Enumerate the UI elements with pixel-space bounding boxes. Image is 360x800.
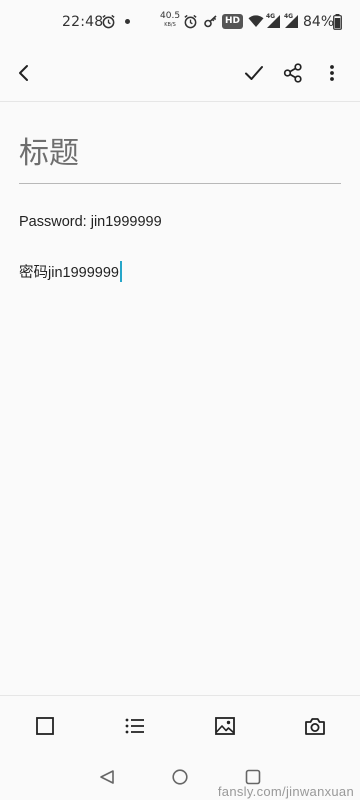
note-title-field[interactable]: 标题 — [19, 132, 341, 184]
watermark-text: fansly.com/jinwanxuan — [217, 784, 354, 799]
network-speed-value: 40.5 — [160, 11, 181, 21]
network-speed-unit: KB/S — [164, 22, 176, 28]
chevron-left-icon — [19, 65, 28, 81]
battery-icon — [333, 14, 342, 30]
hd-badge: HD — [222, 14, 244, 29]
alarm-icon — [102, 14, 115, 29]
nav-home-button[interactable] — [170, 767, 190, 787]
camera-button[interactable] — [302, 713, 328, 739]
camera-icon — [305, 718, 325, 735]
text-caret — [119, 261, 122, 282]
insert-image-button[interactable] — [212, 713, 238, 739]
more-options-button[interactable] — [316, 57, 348, 89]
network-type-2: 4G — [284, 13, 294, 20]
alarm-icon-2 — [184, 14, 197, 29]
key-icon — [204, 15, 217, 28]
network-type-1: 4G — [266, 13, 276, 20]
share-icon — [283, 63, 302, 83]
checkbox-icon — [36, 717, 54, 735]
status-bar: 22:48 40.5 KB/S HD 4G 4G 84% — [0, 0, 360, 44]
home-circle-icon — [172, 769, 188, 785]
insert-list-button[interactable] — [122, 713, 148, 739]
note-body-line[interactable]: Password: jin1999999 — [19, 214, 162, 230]
notification-dot-icon — [125, 19, 130, 24]
insert-checkbox-button[interactable] — [32, 713, 58, 739]
note-body-line-text: Password: jin1999999 — [19, 214, 162, 230]
note-body-line-text: 密码jin1999999 — [19, 265, 119, 281]
note-body-line[interactable]: 密码jin1999999 — [19, 261, 122, 282]
format-toolbar — [0, 695, 360, 755]
more-vertical-icon — [330, 65, 334, 81]
network-speed: 40.5 KB/S — [160, 12, 180, 29]
bulleted-list-icon — [125, 718, 144, 734]
image-icon — [215, 717, 235, 735]
recent-square-icon — [245, 769, 261, 785]
status-time: 22:48 — [62, 14, 104, 30]
back-button[interactable] — [8, 57, 40, 89]
share-button[interactable] — [277, 57, 309, 89]
save-button[interactable] — [238, 57, 270, 89]
app-toolbar — [0, 44, 360, 102]
check-icon — [245, 66, 263, 80]
battery-percent: 84% — [303, 14, 335, 30]
nav-back-button[interactable] — [97, 767, 117, 787]
wifi-icon — [248, 15, 264, 27]
back-triangle-icon — [100, 770, 114, 784]
